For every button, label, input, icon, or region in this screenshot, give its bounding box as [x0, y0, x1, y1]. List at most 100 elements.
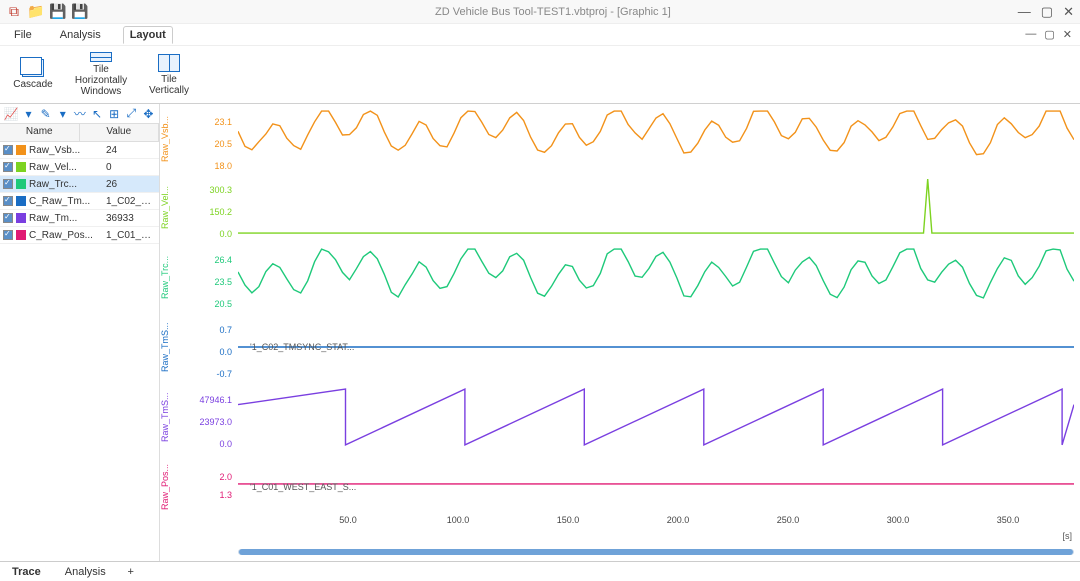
y-tick-label: -0.7	[216, 369, 232, 379]
x-tick-label: 50.0	[339, 515, 357, 525]
signal-value: 0	[106, 162, 156, 173]
x-tick-label: 250.0	[777, 515, 800, 525]
ribbon: Cascade Tile Horizontally Windows Tile V…	[0, 46, 1080, 104]
tool-pan-icon[interactable]: ✥	[142, 107, 155, 121]
chart-svg	[238, 456, 1074, 518]
color-swatch	[16, 196, 26, 206]
y-tick-label: 26.4	[214, 255, 232, 265]
signal-checkbox[interactable]	[3, 162, 13, 172]
y-tick-label: 300.3	[209, 185, 232, 195]
chart-svg	[238, 108, 1074, 170]
tool-dropdown-2[interactable]: ▾	[56, 107, 69, 121]
chart-strip[interactable]: Raw_Vsb... 23.120.518.0	[160, 108, 1074, 170]
tool-ruler-icon[interactable]: ⊞	[108, 107, 121, 121]
tool-dropdown-1[interactable]: ▾	[22, 107, 35, 121]
col-name: Name	[0, 124, 80, 141]
x-tick-label: 150.0	[557, 515, 580, 525]
time-slider[interactable]	[238, 549, 1074, 555]
chart-strip[interactable]: Raw_Trc... 26.423.520.5	[160, 246, 1074, 308]
chart-strip[interactable]: Raw_TmS... 0.70.0-0.7 '1_C02_TMSYNC_STAT…	[160, 316, 1074, 378]
signal-row[interactable]: C_Raw_Pos... 1_C01_WEST_EAS...	[0, 227, 159, 244]
minimize-button[interactable]: —	[1018, 4, 1031, 20]
y-tick-label: 0.0	[219, 347, 232, 357]
y-axis-label: Raw_Trc...	[160, 246, 172, 308]
mdi-close-button[interactable]: ✕	[1063, 28, 1072, 41]
plot-area[interactable]: Raw_Vsb... 23.120.518.0 Raw_Vel... 300.3…	[160, 104, 1080, 561]
y-tick-label: 1.3	[219, 490, 232, 500]
app-icon: ⧉	[6, 4, 22, 20]
y-tick-label: 18.0	[214, 161, 232, 171]
y-axis-label: Raw_Vsb...	[160, 108, 172, 170]
signal-row[interactable]: C_Raw_Tm... 1_C02_TMSYNC_S...	[0, 193, 159, 210]
tile-horizontal-icon	[90, 52, 112, 62]
strip-annotation: '1_C02_TMSYNC_STAT...	[250, 342, 354, 352]
tool-pointer-icon[interactable]: ↖	[91, 107, 104, 121]
menu-layout[interactable]: Layout	[123, 26, 173, 44]
color-swatch	[16, 230, 26, 240]
status-tab-trace[interactable]: Trace	[6, 565, 47, 579]
chart-strip[interactable]: Raw_Pos... 2.01.3 '1_C01_WEST_EAST_S...	[160, 456, 1074, 518]
col-value: Value	[80, 124, 160, 141]
signal-name: C_Raw_Pos...	[29, 230, 106, 241]
chart-strip[interactable]: Raw_Vel... 300.3150.20.0	[160, 176, 1074, 238]
y-tick-label: 0.0	[219, 229, 232, 239]
close-button[interactable]: ✕	[1063, 4, 1074, 20]
tile-vertical-button[interactable]: Tile Vertically	[144, 50, 194, 99]
tool-wave-icon[interactable]: 〰	[73, 107, 86, 121]
signal-value: 24	[106, 145, 156, 156]
chart-strip[interactable]: Raw_TmS... 47946.1 23973.0 0.0	[160, 386, 1074, 448]
y-tick-label: 23973.0	[199, 417, 232, 427]
x-tick-label: 300.0	[887, 515, 910, 525]
signal-panel: 📈 ▾ ✎ ▾ 〰 ↖ ⊞ ⤢ ✥ Name Value Raw_Vsb... …	[0, 104, 160, 561]
signal-checkbox[interactable]	[3, 230, 13, 240]
window-title: ZD Vehicle Bus Tool-TEST1.vbtproj - [Gra…	[88, 6, 1018, 18]
add-tab-button[interactable]: +	[124, 566, 138, 578]
y-tick-label: 47946.1	[199, 395, 232, 405]
save-all-icon[interactable]: 💾	[72, 4, 88, 20]
status-tab-analysis[interactable]: Analysis	[59, 565, 112, 579]
signal-row[interactable]: Raw_Vel... 0	[0, 159, 159, 176]
signal-name: C_Raw_Tm...	[29, 196, 106, 207]
signal-checkbox[interactable]	[3, 145, 13, 155]
signal-name: Raw_Trc...	[29, 179, 106, 190]
signal-name: Raw_Tm...	[29, 213, 106, 224]
tool-chart-icon[interactable]: 📈	[4, 107, 18, 121]
signal-value: 26	[106, 179, 156, 190]
signal-value: 1_C02_TMSYNC_S...	[106, 196, 156, 207]
signal-value: 36933	[106, 213, 156, 224]
signal-checkbox[interactable]	[3, 196, 13, 206]
maximize-button[interactable]: ▢	[1041, 4, 1053, 20]
menu-analysis[interactable]: Analysis	[54, 27, 107, 43]
status-bar: Trace Analysis +	[0, 561, 1080, 581]
signal-row[interactable]: Raw_Vsb... 24	[0, 142, 159, 159]
save-icon[interactable]: 💾	[50, 4, 66, 20]
tile-vertical-icon	[158, 54, 180, 72]
open-icon[interactable]: 📁	[28, 4, 44, 20]
cascade-icon	[22, 59, 44, 77]
time-slider-thumb[interactable]	[239, 549, 1073, 555]
mdi-restore-button[interactable]: ▢	[1044, 28, 1054, 41]
signal-checkbox[interactable]	[3, 179, 13, 189]
tool-edit-icon[interactable]: ✎	[39, 107, 52, 121]
signal-row[interactable]: Raw_Trc... 26	[0, 176, 159, 193]
y-tick-label: 20.5	[214, 139, 232, 149]
menu-file[interactable]: File	[8, 27, 38, 43]
chart-svg	[238, 246, 1074, 308]
signal-row[interactable]: Raw_Tm... 36933	[0, 210, 159, 227]
y-axis-label: Raw_Vel...	[160, 176, 172, 238]
menu-bar: File Analysis Layout — ▢ ✕	[0, 24, 1080, 46]
strip-annotation: '1_C01_WEST_EAST_S...	[250, 482, 356, 492]
mdi-minimize-button[interactable]: —	[1025, 28, 1036, 41]
cascade-button[interactable]: Cascade	[8, 50, 58, 99]
y-axis-label: Raw_TmS...	[160, 386, 172, 448]
color-swatch	[16, 162, 26, 172]
x-tick-label: 200.0	[667, 515, 690, 525]
signal-checkbox[interactable]	[3, 213, 13, 223]
y-tick-label: 2.0	[219, 472, 232, 482]
x-tick-label: 350.0	[997, 515, 1020, 525]
tile-horizontal-button[interactable]: Tile Horizontally Windows	[76, 50, 126, 99]
title-bar: ⧉ 📁 💾 💾 ZD Vehicle Bus Tool-TEST1.vbtpro…	[0, 0, 1080, 24]
color-swatch	[16, 213, 26, 223]
tool-expand-icon[interactable]: ⤢	[125, 107, 138, 121]
y-tick-label: 0.0	[219, 439, 232, 449]
